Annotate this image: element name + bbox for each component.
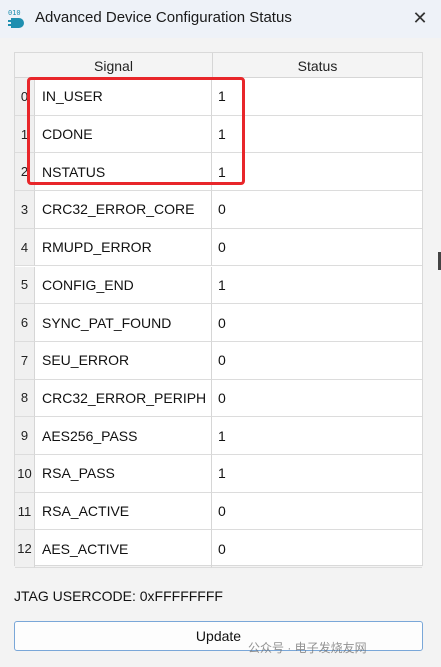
status-cell[interactable]: 0 <box>212 229 422 267</box>
row-index[interactable]: 11 <box>15 492 35 531</box>
signal-cell[interactable]: AES_ACTIVE <box>35 530 212 569</box>
table-row[interactable]: 11 RSA_ACTIVE 0 <box>15 492 422 531</box>
row-index[interactable]: 4 <box>15 228 35 267</box>
column-header-signal[interactable]: Signal <box>15 53 213 77</box>
signal-table[interactable]: Signal Status 0 IN_USER 1 1 CDONE 1 2 NSTATUS 1 3… <box>14 52 423 569</box>
status-cell[interactable]: 0 <box>212 342 422 380</box>
table-row[interactable]: 2 NSTATUS 1 <box>15 153 422 192</box>
status-cell[interactable]: 0 <box>212 493 422 531</box>
table-row[interactable]: 1 CDONE 1 <box>15 115 422 154</box>
row-index[interactable]: 8 <box>15 379 35 418</box>
table-row[interactable]: 10 RSA_PASS 1 <box>15 455 422 493</box>
table-row[interactable]: 9 AES256_PASS 1 <box>15 417 422 455</box>
signal-cell[interactable]: SYNC_PAT_FOUND <box>35 304 212 342</box>
table-row[interactable]: 4 RMUPD_ERROR 0 <box>15 228 422 267</box>
column-header-status[interactable]: Status <box>213 53 422 77</box>
row-index[interactable]: 3 <box>15 191 35 229</box>
row-index[interactable]: 2 <box>15 153 35 192</box>
row-index[interactable]: 6 <box>15 304 35 342</box>
table-row[interactable]: 5 CONFIG_END 1 <box>15 266 422 305</box>
status-cell[interactable]: 1 <box>212 116 422 154</box>
signal-cell[interactable]: CONFIG_END <box>35 266 212 305</box>
status-cell[interactable]: 0 <box>212 530 422 569</box>
row-index[interactable]: 9 <box>15 417 35 455</box>
status-cell[interactable]: 1 <box>212 78 422 116</box>
table-row[interactable]: 7 SEU_ERROR 0 <box>15 341 422 380</box>
table-row[interactable]: 0 IN_USER 1 <box>15 78 422 116</box>
table-header: Signal Status <box>15 53 422 78</box>
row-index[interactable]: 0 <box>15 78 35 116</box>
status-cell[interactable]: 1 <box>212 417 422 455</box>
status-cell[interactable]: 0 <box>212 304 422 342</box>
status-cell[interactable]: 1 <box>212 153 422 192</box>
row-index[interactable]: 1 <box>15 115 35 154</box>
status-cell[interactable]: 1 <box>212 267 422 305</box>
app-icon: 010 <box>8 9 24 28</box>
signal-cell[interactable]: CRC32_ERROR_PERIPH <box>35 379 212 418</box>
signal-cell[interactable]: RSA_ACTIVE <box>35 492 212 531</box>
signal-cell[interactable]: RMUPD_ERROR <box>35 228 212 267</box>
update-button[interactable]: Update <box>14 621 423 651</box>
signal-cell[interactable]: CDONE <box>35 115 212 154</box>
table-row[interactable]: 3 CRC32_ERROR_CORE 0 <box>15 191 422 229</box>
signal-cell[interactable]: IN_USER <box>35 78 212 116</box>
signal-cell[interactable]: SEU_ERROR <box>35 341 212 380</box>
row-index[interactable]: 10 <box>15 455 35 493</box>
table-row[interactable]: 8 CRC32_ERROR_PERIPH 0 <box>15 379 422 418</box>
status-cell[interactable]: 0 <box>212 191 422 229</box>
status-cell[interactable]: 0 <box>212 380 422 418</box>
row-index[interactable]: 12 <box>15 530 35 569</box>
title-bar: 010 Advanced Device Configuration Status… <box>0 0 441 38</box>
status-cell[interactable]: 1 <box>212 455 422 493</box>
signal-cell[interactable]: RSA_PASS <box>35 455 212 493</box>
row-index[interactable]: 7 <box>15 341 35 380</box>
signal-cell[interactable]: CRC32_ERROR_CORE <box>35 191 212 229</box>
config-status-window: 010 Advanced Device Configuration Status… <box>0 0 441 667</box>
table-row[interactable]: 6 SYNC_PAT_FOUND 0 <box>15 304 422 342</box>
signal-cell[interactable]: AES256_PASS <box>35 417 212 455</box>
signal-cell[interactable]: NSTATUS <box>35 153 212 192</box>
table-row[interactable]: 12 AES_ACTIVE 0 <box>15 530 422 569</box>
close-icon: ✕ <box>412 7 428 28</box>
window-title: Advanced Device Configuration Status <box>35 9 292 26</box>
close-button[interactable]: ✕ <box>405 4 435 32</box>
svg-text:010: 010 <box>8 9 21 17</box>
row-index[interactable]: 5 <box>15 266 35 305</box>
jtag-usercode-label: JTAG USERCODE: 0xFFFFFFFF <box>14 588 223 604</box>
